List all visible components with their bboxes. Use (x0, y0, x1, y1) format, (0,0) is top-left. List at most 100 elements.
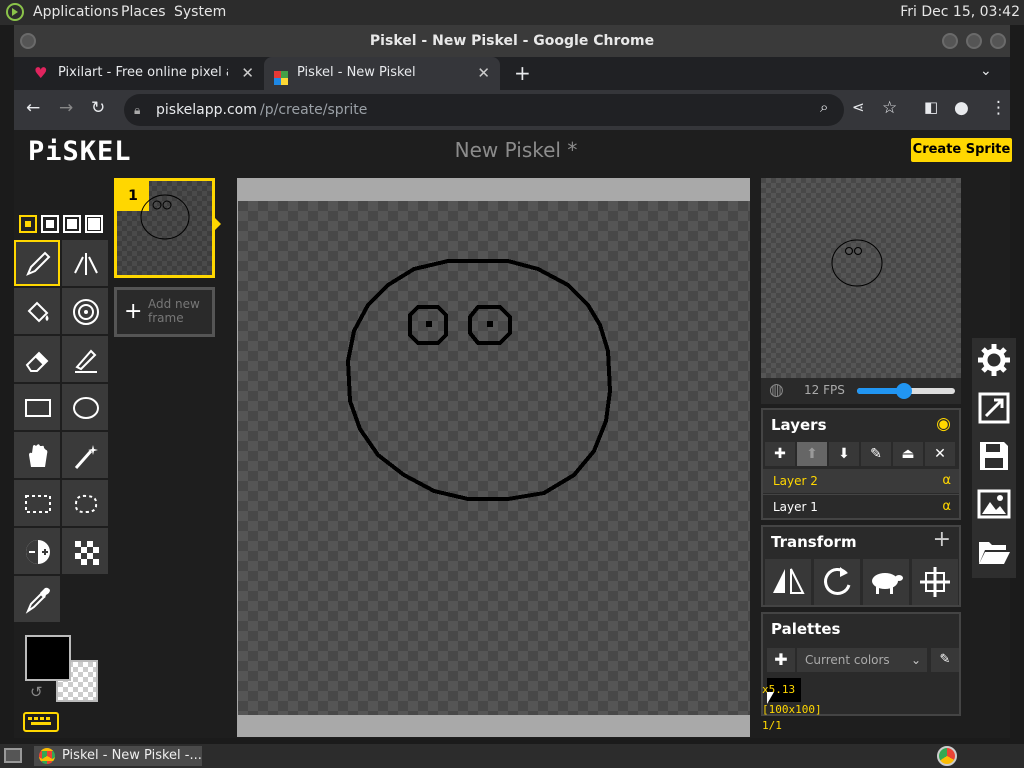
share-icon[interactable]: ⋖ (852, 98, 865, 116)
side-panel-icon[interactable]: ◧ (924, 98, 938, 116)
close-tab-icon[interactable]: ✕ (241, 57, 254, 89)
tab-strip: ♥ Pixilart - Free online pixel art ✕ Pis… (14, 57, 1010, 90)
dithering-tool[interactable] (62, 528, 108, 574)
transform-panel: Transform + (761, 525, 961, 607)
profile-icon[interactable]: ● (954, 98, 969, 118)
primary-color-swatch[interactable] (25, 635, 71, 681)
export-button[interactable] (976, 486, 1012, 522)
align-center-button[interactable] (912, 559, 958, 605)
rectangle-icon (25, 399, 51, 417)
swap-colors-icon[interactable]: ↺ (30, 683, 43, 701)
magic-wand-tool[interactable] (62, 432, 108, 478)
rectangle-tool[interactable] (14, 384, 60, 430)
eye-icon[interactable]: ◉ (936, 414, 951, 434)
keyboard-shortcuts-icon[interactable] (23, 712, 59, 732)
address-bar[interactable]: 🔒︎ piskelapp.com /p/create/sprite (124, 94, 844, 126)
magic-wand-icon (74, 445, 98, 469)
animation-preview[interactable] (761, 178, 961, 378)
drawing-canvas[interactable] (238, 201, 750, 715)
delete-layer-button[interactable]: ✕ (925, 442, 955, 466)
onion-skin-icon[interactable]: ◍ (769, 380, 784, 400)
applications-menu[interactable]: Applications (33, 4, 119, 20)
chevron-down-icon: ⌄ (910, 653, 921, 667)
plus-icon: + (124, 299, 143, 324)
reload-icon[interactable]: ↻ (91, 98, 105, 118)
layer-opacity-icon[interactable]: α (942, 469, 951, 493)
rotate-button[interactable] (814, 559, 860, 605)
tab-label: Piskel - New Piskel (297, 65, 416, 80)
open-button[interactable] (976, 534, 1012, 570)
maximize-button[interactable] (966, 33, 982, 49)
settings-button[interactable] (976, 342, 1012, 378)
layer-row-1[interactable]: Layer 1 α (763, 494, 959, 518)
close-tab-icon[interactable]: ✕ (477, 57, 490, 89)
merge-layer-button[interactable]: ⏏ (893, 442, 923, 466)
pen-size-1[interactable] (19, 215, 37, 233)
sheep-icon (872, 573, 903, 594)
paint-same-color-tool[interactable] (62, 288, 108, 334)
fps-slider-thumb[interactable] (896, 383, 912, 399)
color-picker-tool[interactable] (14, 576, 60, 622)
pen-size-3[interactable] (63, 215, 81, 233)
eraser-tool[interactable] (14, 336, 60, 382)
edit-palette-button[interactable]: ✎ (931, 648, 959, 672)
tab-search-chevron-icon[interactable]: ⌄ (980, 63, 992, 79)
back-icon[interactable]: ← (26, 98, 40, 118)
window-titlebar[interactable]: Piskel - New Piskel - Google Chrome (14, 25, 1010, 57)
hand-icon (29, 444, 48, 467)
browser-toolbar: ← → ↻ 🔒︎ piskelapp.com /p/create/sprite … (14, 90, 1010, 130)
fps-slider[interactable] (857, 383, 955, 399)
palette-select[interactable]: Current colors ⌄ (797, 648, 927, 672)
bookmark-star-icon[interactable]: ☆ (882, 98, 897, 118)
clock[interactable]: Fri Dec 15, 03:42 (900, 4, 1020, 20)
layer-opacity-icon[interactable]: α (942, 495, 951, 519)
paint-bucket-tool[interactable] (14, 288, 60, 334)
circle-tool[interactable] (62, 384, 108, 430)
distro-logo-icon[interactable] (6, 3, 24, 25)
close-window-button[interactable] (990, 33, 1006, 49)
rectangle-select-tool[interactable] (14, 480, 60, 526)
palette-selected-value: Current colors (805, 653, 890, 667)
create-sprite-button[interactable]: Create Sprite (911, 138, 1012, 162)
layers-title: Layers (771, 416, 827, 434)
taskbar-window-chrome[interactable]: Piskel - New Piskel -... (34, 746, 202, 766)
window-menu-button[interactable] (20, 33, 36, 49)
zoom-search-icon[interactable]: ⌕ (820, 98, 828, 116)
browser-menu-icon[interactable]: ⋮ (990, 98, 1007, 118)
move-layer-down-button[interactable]: ⬇ (829, 442, 859, 466)
layer-name: Layer 2 (773, 474, 818, 488)
show-desktop-icon[interactable] (4, 748, 22, 763)
frame-thumbnail[interactable]: 1 (114, 178, 215, 278)
add-frame-label-2: frame (148, 311, 184, 325)
pen-tool[interactable] (14, 240, 60, 286)
move-layer-up-button[interactable]: ⬆ (797, 442, 827, 466)
system-menu[interactable]: System (174, 4, 226, 20)
stroke-tool[interactable] (62, 336, 108, 382)
clone-button[interactable] (863, 559, 909, 605)
add-new-frame-button[interactable]: + Add new frame (114, 287, 215, 337)
places-menu[interactable]: Places (121, 4, 166, 20)
vertical-mirror-pen-tool[interactable] (62, 240, 108, 286)
lock-icon[interactable]: 🔒︎ (134, 94, 140, 126)
tray-chrome-icon[interactable] (937, 746, 957, 766)
lasso-select-tool[interactable] (62, 480, 108, 526)
add-palette-button[interactable]: ✚ (767, 648, 795, 672)
new-tab-icon[interactable]: + (514, 61, 531, 85)
forward-icon[interactable]: → (59, 98, 73, 118)
add-layer-button[interactable]: ✚ (765, 442, 795, 466)
minimize-button[interactable] (942, 33, 958, 49)
pen-size-4[interactable] (85, 215, 103, 233)
crosshair-icon (920, 567, 950, 597)
layer-row-2[interactable]: Layer 2 α (763, 469, 959, 493)
move-tool[interactable] (14, 432, 60, 478)
heart-icon: ♥ (34, 64, 48, 82)
save-button[interactable] (976, 438, 1012, 474)
expand-plus-icon[interactable]: + (933, 527, 951, 552)
flip-button[interactable] (765, 559, 811, 605)
tab-piskel[interactable]: Piskel - New Piskel ✕ (264, 57, 500, 90)
tab-pixilart[interactable]: ♥ Pixilart - Free online pixel art ✕ (20, 57, 260, 90)
resize-button[interactable] (976, 390, 1012, 426)
lighten-tool[interactable] (14, 528, 60, 574)
pen-size-2[interactable] (41, 215, 59, 233)
rename-layer-button[interactable]: ✎ (861, 442, 891, 466)
